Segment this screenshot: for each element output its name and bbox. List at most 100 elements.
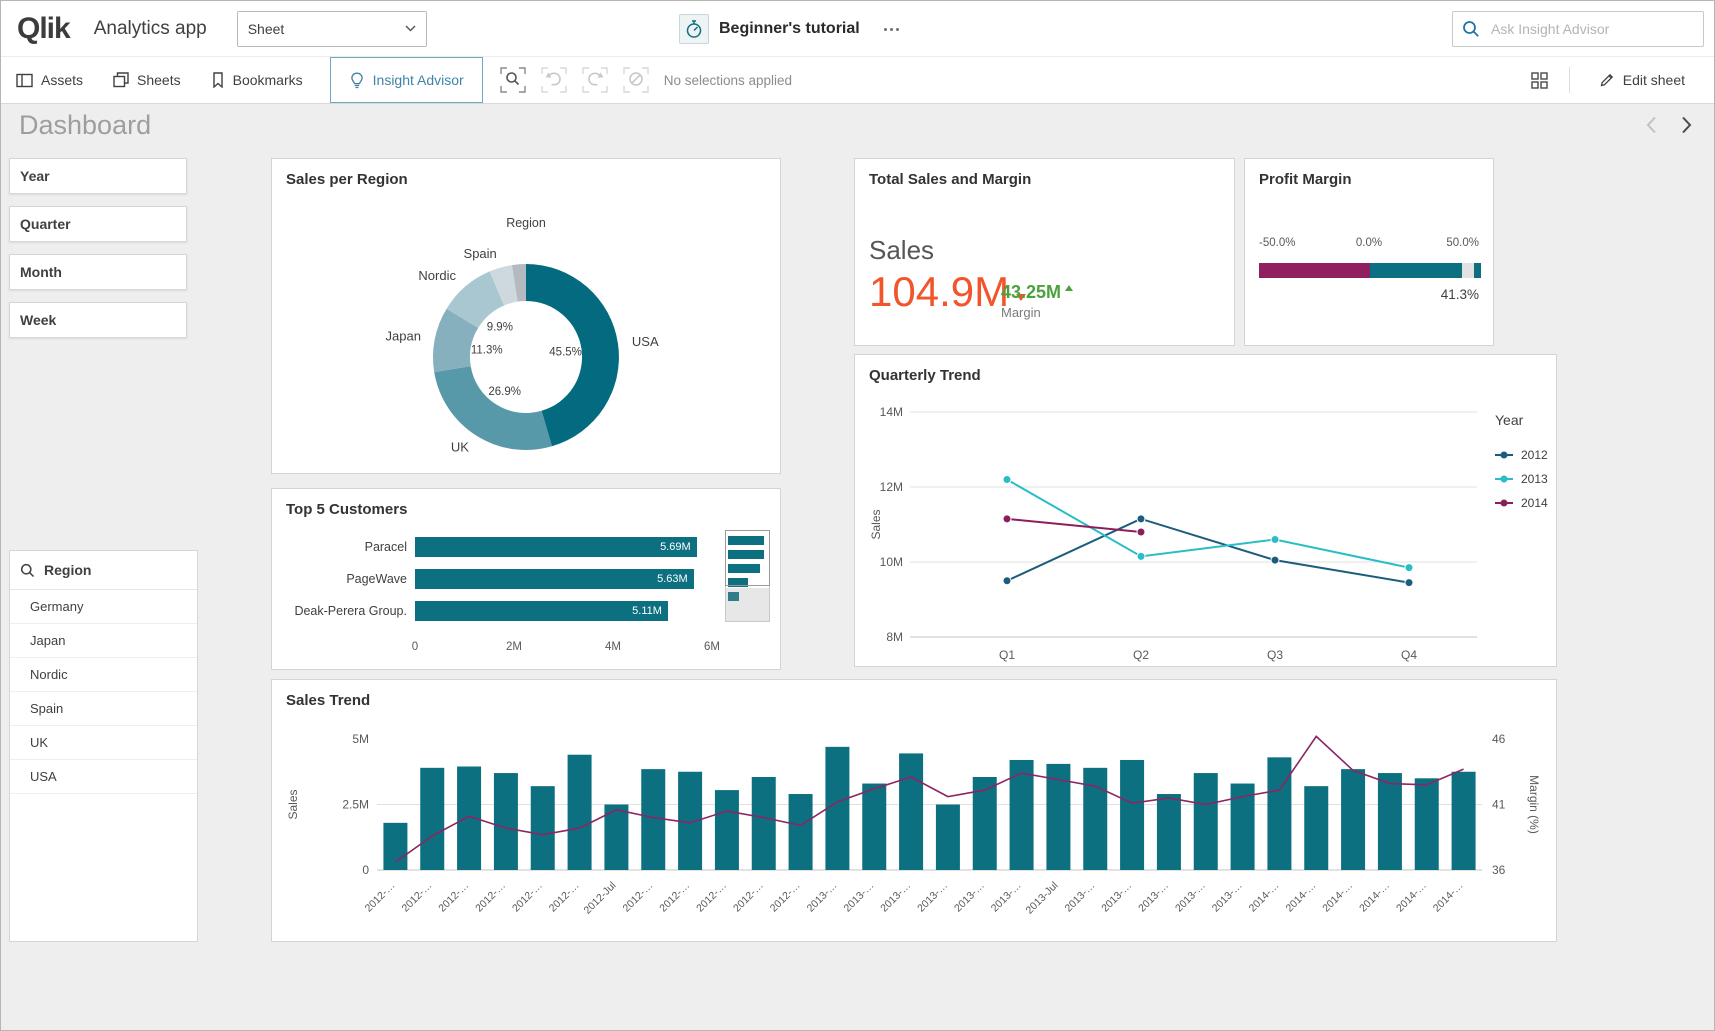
search-input[interactable] (1489, 20, 1694, 38)
edit-sheet-label: Edit sheet (1623, 72, 1685, 88)
profit-margin-gauge[interactable] (1259, 263, 1481, 278)
search-selections-button[interactable] (497, 64, 529, 96)
region-item-uk[interactable]: UK (10, 726, 197, 760)
sales-bar[interactable] (825, 747, 849, 870)
top5-minimap[interactable] (725, 530, 770, 622)
clear-selections-button[interactable] (620, 64, 652, 96)
bookmarks-button[interactable]: Bookmarks (196, 57, 318, 103)
sales-bar[interactable] (1304, 786, 1328, 870)
filter-quarter[interactable]: Quarter (9, 206, 187, 242)
x-tick: Q4 (1401, 648, 1417, 662)
sheets-icon (113, 72, 129, 88)
data-point[interactable] (1003, 577, 1011, 585)
grid-view-button[interactable] (1525, 65, 1555, 95)
sales-bar[interactable] (568, 755, 592, 870)
sheet-selector[interactable]: Sheet (237, 11, 427, 47)
region-item-germany[interactable]: Germany (10, 590, 197, 624)
margin-line (395, 736, 1463, 862)
toolbar-right: Edit sheet (1525, 57, 1714, 103)
minimap-window[interactable] (725, 530, 770, 586)
filter-week[interactable]: Week (9, 302, 187, 338)
gauge-segment (1474, 263, 1481, 278)
region-listbox-header[interactable]: Region (10, 551, 197, 590)
x-tick: 2014-… (1357, 880, 1392, 915)
data-point[interactable] (1137, 515, 1145, 523)
data-point[interactable] (1137, 552, 1145, 560)
sales-bar[interactable] (1378, 773, 1402, 870)
x-tick: 2012-… (547, 880, 582, 915)
sales-bar[interactable] (420, 768, 444, 870)
edit-sheet-button[interactable]: Edit sheet (1584, 72, 1700, 88)
sales-bar[interactable] (715, 790, 739, 870)
next-sheet-button[interactable] (1681, 116, 1692, 134)
x-tick: 2013-… (915, 880, 950, 915)
donut-slice-uk[interactable] (434, 366, 552, 450)
customer-bar[interactable]: 5.69M (415, 537, 697, 557)
y-tick: 8M (886, 630, 903, 644)
region-item-nordic[interactable]: Nordic (10, 658, 197, 692)
sales-bar[interactable] (494, 773, 518, 870)
data-point[interactable] (1271, 556, 1279, 564)
data-point[interactable] (1271, 536, 1279, 544)
y-left-tick: 2.5M (342, 798, 369, 812)
sales-bar[interactable] (936, 805, 960, 871)
kpi-secondary[interactable]: 43.25M Margin (1001, 283, 1073, 320)
data-point[interactable] (1003, 515, 1011, 523)
top5-row: Paracel 5.69M (272, 537, 720, 557)
x-tick: 6M (704, 641, 720, 653)
filter-label: Quarter (20, 216, 71, 232)
sales-bar[interactable] (531, 786, 555, 870)
y-tick: 14M (880, 405, 903, 419)
sheet-area: Dashboard Year Quarter Month Week Region… (1, 104, 1714, 1030)
x-tick: 2013-… (952, 880, 987, 915)
step-forward-button[interactable] (579, 64, 611, 96)
sales-bar[interactable] (752, 777, 776, 870)
y-left-tick: 0 (362, 863, 369, 877)
sales-bar[interactable] (383, 823, 407, 870)
data-point[interactable] (1137, 528, 1145, 536)
sales-bar[interactable] (789, 794, 813, 870)
x-tick: 2012-… (694, 880, 729, 915)
sales-bar[interactable] (1083, 768, 1107, 870)
assets-button[interactable]: Assets (1, 57, 98, 103)
sales-bar[interactable] (1157, 794, 1181, 870)
sales-bar[interactable] (1120, 760, 1144, 870)
sales-bar[interactable] (1452, 772, 1476, 870)
region-item-usa[interactable]: USA (10, 760, 197, 794)
data-point[interactable] (1003, 476, 1011, 484)
legend-item[interactable]: 2012 (1521, 448, 1548, 462)
more-options-button[interactable] (878, 22, 905, 37)
legend-item[interactable]: 2013 (1521, 472, 1548, 486)
insight-advisor-button[interactable]: Insight Advisor (330, 57, 483, 103)
tutorial-title[interactable]: Beginner's tutorial (719, 20, 860, 38)
sales-bar[interactable] (899, 753, 923, 870)
step-back-button[interactable] (538, 64, 570, 96)
data-point[interactable] (1405, 564, 1413, 572)
sales-bar[interactable] (1415, 778, 1439, 870)
gauge-value-label: 41.3% (1441, 287, 1479, 302)
qlik-logo[interactable]: Qlik (17, 12, 70, 46)
gauge-segment (1370, 263, 1462, 278)
bar-value-label: 5.69M (660, 541, 691, 553)
sales-bar[interactable] (1341, 769, 1365, 870)
sheets-button[interactable]: Sheets (98, 57, 196, 103)
region-item-japan[interactable]: Japan (10, 624, 197, 658)
x-tick: Q1 (999, 648, 1015, 662)
prev-sheet-button[interactable] (1646, 116, 1657, 134)
customer-bar[interactable]: 5.63M (415, 569, 694, 589)
sales-bar[interactable] (1267, 757, 1291, 870)
customer-bar[interactable]: 5.11M (415, 601, 668, 621)
filter-label: Year (20, 168, 50, 184)
x-tick: 2014-… (1394, 880, 1429, 915)
insight-advisor-search[interactable] (1452, 11, 1704, 47)
filter-month[interactable]: Month (9, 254, 187, 290)
selection-tools (497, 57, 652, 103)
filter-year[interactable]: Year (9, 158, 187, 194)
sales-bar[interactable] (862, 784, 886, 870)
legend-item[interactable]: 2014 (1521, 496, 1548, 510)
data-point[interactable] (1405, 579, 1413, 587)
region-item-spain[interactable]: Spain (10, 692, 197, 726)
bar-category-label: Paracel (272, 540, 415, 554)
sales-bar[interactable] (1194, 773, 1218, 870)
line-series-2014 (1007, 519, 1141, 532)
